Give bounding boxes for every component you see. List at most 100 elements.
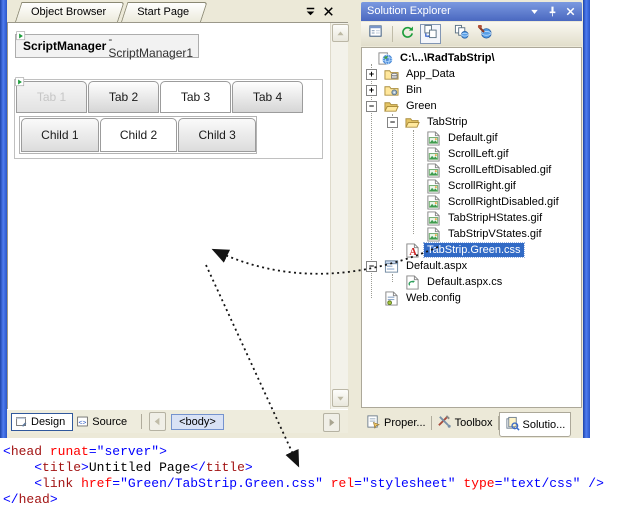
refresh-button[interactable] [397, 24, 418, 44]
design-surface[interactable]: ScriptManager - ScriptManager1 Tab 1Tab … [7, 22, 348, 409]
document-tab-well: Object BrowserStart Page [7, 0, 348, 22]
vertical-scrollbar[interactable] [330, 23, 348, 409]
code-token: < [34, 460, 42, 475]
tool-window-tab[interactable]: Toolbox [432, 412, 498, 434]
tool-window-tab[interactable]: Proper... [361, 412, 431, 434]
titlebar-icons [527, 4, 578, 19]
tree-item[interactable]: Web.config [362, 290, 581, 306]
expand-toggle[interactable]: + [366, 69, 377, 80]
tree-item[interactable]: TabStripVStates.gif [362, 226, 581, 242]
expand-toggle[interactable]: − [387, 117, 398, 128]
tree-item[interactable]: −Default.aspx [362, 258, 581, 274]
code-token: href [81, 476, 112, 491]
tag-navigator-body[interactable]: <body> [171, 414, 224, 430]
tree-item[interactable]: Default.aspx.cs [362, 274, 581, 290]
designer-child-tab[interactable]: Child 3 [178, 118, 256, 152]
tree-item-label: TabStrip.Green.css [424, 243, 524, 257]
code-token: = [112, 476, 120, 491]
tree-item[interactable]: ScrollLeft.gif [362, 146, 581, 162]
tree-item[interactable]: ScrollLeftDisabled.gif [362, 162, 581, 178]
code-token: > [81, 460, 89, 475]
config-icon [384, 290, 400, 306]
tree-item-label: Green [403, 99, 440, 113]
radtabstrip-control[interactable]: Tab 1Tab 2Tab 3Tab 4 Child 1Child 2Child… [14, 79, 323, 159]
scroll-down-icon[interactable] [332, 389, 349, 407]
copy-web-icon [454, 24, 469, 44]
scriptmanager-control[interactable]: ScriptManager - ScriptManager1 [15, 34, 199, 58]
tree-item-label: ScrollRight.gif [445, 179, 519, 193]
close-icon[interactable] [563, 4, 578, 19]
code-token [73, 476, 81, 491]
tree-item[interactable]: TabStripHStates.gif [362, 210, 581, 226]
copy-web-button[interactable] [451, 24, 472, 44]
tree-item-label: TabStripHStates.gif [445, 211, 545, 225]
code-token: head [11, 444, 42, 459]
code-token: link [42, 476, 73, 491]
tag-nav-right-icon[interactable] [323, 413, 340, 432]
tree-item[interactable]: +App_Data [362, 66, 581, 82]
code-token: = [354, 476, 362, 491]
source-view-button[interactable]: <> Source [73, 413, 134, 431]
designer-tab[interactable]: Tab 4 [232, 81, 303, 113]
pin-icon[interactable] [545, 4, 560, 19]
document-tab[interactable]: Start Page [121, 2, 201, 22]
tree-item[interactable]: − Green [362, 98, 581, 114]
expand-toggle[interactable]: − [366, 101, 377, 112]
image-icon [426, 162, 442, 178]
tree-item-label: Default.gif [445, 131, 501, 145]
document-tab[interactable]: Object Browser [15, 2, 118, 22]
chevron-down-icon[interactable] [527, 4, 542, 19]
tree-item[interactable]: − TabStrip [362, 114, 581, 130]
site-icon [378, 50, 394, 66]
tree-item[interactable]: A TabStrip.Green.css [362, 242, 581, 258]
smart-tag-icon[interactable] [16, 31, 26, 41]
designer-child-tab[interactable]: Child 2 [100, 118, 178, 152]
tree-item-label: TabStrip [424, 115, 470, 129]
code-token: "stylesheet" [362, 476, 456, 491]
tree-rows: C:\...\RadTabStrip\+App_Data+Bin−Green−T… [362, 48, 581, 407]
code-token: "text/css" [502, 476, 580, 491]
smart-tag-icon[interactable] [15, 77, 25, 87]
toolbar-separator [392, 26, 393, 42]
tree-item[interactable]: ScrollRight.gif [362, 178, 581, 194]
designer-tab[interactable]: Tab 2 [88, 81, 159, 113]
solution-explorer-tree[interactable]: C:\...\RadTabStrip\+App_Data+Bin−Green−T… [361, 47, 582, 408]
close-document-icon[interactable] [321, 4, 336, 19]
view-bar-divider [141, 414, 142, 429]
code-token [323, 476, 331, 491]
nest-files-button[interactable] [420, 24, 441, 44]
solution-explorer-title: Solution Explorer [367, 5, 451, 17]
image-icon [426, 178, 442, 194]
tree-item-label: ScrollLeftDisabled.gif [445, 163, 554, 177]
image-icon [426, 226, 442, 242]
tree-item[interactable]: +Bin [362, 82, 581, 98]
aspnet-config-button[interactable] [474, 24, 495, 44]
svg-text:A: A [409, 247, 417, 258]
code-token: </ [190, 460, 206, 475]
scroll-up-icon[interactable] [332, 24, 349, 42]
tab-list-icon[interactable] [303, 4, 318, 19]
tree-item[interactable]: Default.gif [362, 130, 581, 146]
view-switch-bar: Design <> Source <body> [7, 409, 348, 433]
code-token: title [206, 460, 245, 475]
tree-item-label: ScrollLeft.gif [445, 147, 512, 161]
solution-explorer-toolbar [361, 22, 582, 46]
code-token: "Green/TabStrip.Green.css" [120, 476, 323, 491]
screenshot-root: Object BrowserStart Page ScriptManager -… [0, 0, 626, 510]
code-token: runat [50, 444, 89, 459]
code-token: < [3, 444, 11, 459]
solution-explorer-titlebar[interactable]: Solution Explorer [361, 2, 582, 21]
tree-item[interactable]: ScrollRightDisabled.gif [362, 194, 581, 210]
tree-item[interactable]: C:\...\RadTabStrip\ [362, 50, 581, 66]
tool-window-tab[interactable]: Solutio... [499, 412, 572, 437]
tag-nav-left-icon[interactable] [149, 412, 166, 431]
design-view-button[interactable]: Design [11, 413, 73, 431]
expand-toggle[interactable]: − [366, 261, 377, 272]
expand-toggle[interactable]: + [366, 85, 377, 96]
properties-button[interactable] [365, 24, 386, 44]
designer-child-tab[interactable]: Child 1 [21, 118, 99, 152]
image-icon [426, 194, 442, 210]
designer-tab[interactable]: Tab 3 [160, 81, 231, 113]
designer-tab[interactable]: Tab 1 [16, 81, 87, 113]
design-icon [15, 415, 28, 428]
